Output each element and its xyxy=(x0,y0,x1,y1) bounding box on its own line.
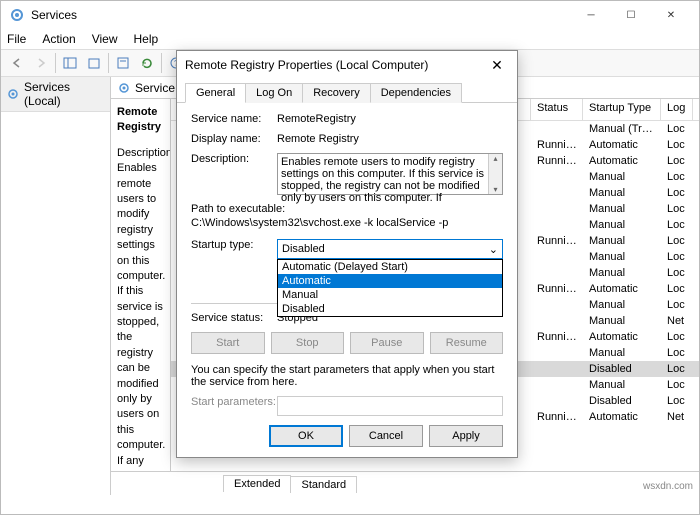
service-name-value: RemoteRegistry xyxy=(277,113,503,125)
dialog-footer: OK Cancel Apply xyxy=(269,425,503,447)
minimize-button[interactable]: ─ xyxy=(571,1,611,29)
dialog-tabs: General Log On Recovery Dependencies xyxy=(177,79,517,103)
detail-service-name: Remote Registry xyxy=(117,105,164,136)
service-status-label: Service status: xyxy=(191,312,277,324)
start-params-label: Start parameters: xyxy=(191,396,277,416)
option-disabled[interactable]: Disabled xyxy=(278,302,502,316)
tab-standard[interactable]: Standard xyxy=(290,476,357,493)
chevron-down-icon: ⌄ xyxy=(489,243,498,256)
option-auto-delayed[interactable]: Automatic (Delayed Start) xyxy=(278,260,502,274)
menu-help[interactable]: Help xyxy=(134,32,159,46)
forward-button[interactable] xyxy=(29,52,53,74)
dialog-titlebar: Remote Registry Properties (Local Comput… xyxy=(177,51,517,79)
col-logon[interactable]: Log xyxy=(661,99,693,120)
menu-view[interactable]: View xyxy=(92,32,118,46)
col-startup[interactable]: Startup Type xyxy=(583,99,661,120)
tab-logon[interactable]: Log On xyxy=(245,83,303,103)
show-hide-tree-button[interactable] xyxy=(58,52,82,74)
scrollbar[interactable]: ▴▾ xyxy=(488,154,502,194)
detail-desc: Enables remote users to modify registry … xyxy=(117,161,164,471)
description-label: Description: xyxy=(191,153,277,195)
apply-button[interactable]: Apply xyxy=(429,425,503,447)
option-automatic[interactable]: Automatic xyxy=(278,274,502,288)
path-label: Path to executable: xyxy=(191,203,503,215)
titlebar: Services ─ ☐ ✕ xyxy=(1,1,699,29)
gear-icon xyxy=(6,87,20,101)
display-name-value: Remote Registry xyxy=(277,133,503,145)
dialog-title: Remote Registry Properties (Local Comput… xyxy=(185,58,485,72)
dialog-body: Service name: RemoteRegistry Display nam… xyxy=(177,103,517,434)
detail-panel: Remote Registry Description: Enables rem… xyxy=(111,99,171,471)
sidebar-item-label: Services (Local) xyxy=(24,80,105,108)
description-textbox[interactable]: Enables remote users to modify registry … xyxy=(277,153,503,195)
start-button[interactable]: Start xyxy=(191,332,265,354)
start-params-hint: You can specify the start parameters tha… xyxy=(191,364,503,388)
menubar: File Action View Help xyxy=(1,29,699,49)
display-name-label: Display name: xyxy=(191,133,277,145)
gear-icon xyxy=(117,81,131,95)
menu-file[interactable]: File xyxy=(7,32,26,46)
back-button[interactable] xyxy=(5,52,29,74)
services-icon xyxy=(9,7,25,23)
tab-recovery[interactable]: Recovery xyxy=(302,83,370,103)
close-button[interactable]: ✕ xyxy=(651,1,691,29)
window-title: Services xyxy=(31,8,571,22)
bottom-tabs: Extended Standard xyxy=(111,471,699,492)
path-value: C:\Windows\system32\svchost.exe -k local… xyxy=(191,217,503,229)
option-manual[interactable]: Manual xyxy=(278,288,502,302)
menu-action[interactable]: Action xyxy=(42,32,75,46)
startup-type-label: Startup type: xyxy=(191,239,277,259)
pause-button[interactable]: Pause xyxy=(350,332,424,354)
tab-extended[interactable]: Extended xyxy=(223,475,291,492)
properties-dialog: Remote Registry Properties (Local Comput… xyxy=(176,50,518,458)
refresh-button[interactable] xyxy=(135,52,159,74)
dialog-close-button[interactable]: ✕ xyxy=(485,57,509,74)
service-name-label: Service name: xyxy=(191,113,277,125)
tab-dependencies[interactable]: Dependencies xyxy=(370,83,462,103)
export-button[interactable] xyxy=(82,52,106,74)
sidebar: Services (Local) xyxy=(1,77,111,495)
start-params-input[interactable] xyxy=(277,396,503,416)
startup-type-dropdown: Automatic (Delayed Start) Automatic Manu… xyxy=(277,259,503,317)
cancel-button[interactable]: Cancel xyxy=(349,425,423,447)
detail-desc-label: Description: xyxy=(117,146,164,161)
maximize-button[interactable]: ☐ xyxy=(611,1,651,29)
col-status[interactable]: Status xyxy=(531,99,583,120)
properties-button[interactable] xyxy=(111,52,135,74)
tab-general[interactable]: General xyxy=(185,83,246,103)
ok-button[interactable]: OK xyxy=(269,425,343,447)
stop-button[interactable]: Stop xyxy=(271,332,345,354)
attribution: wsxdn.com xyxy=(643,481,693,492)
sidebar-item-services-local[interactable]: Services (Local) xyxy=(1,77,110,112)
resume-button[interactable]: Resume xyxy=(430,332,504,354)
startup-type-select[interactable]: Disabled ⌄ Automatic (Delayed Start) Aut… xyxy=(277,239,503,259)
